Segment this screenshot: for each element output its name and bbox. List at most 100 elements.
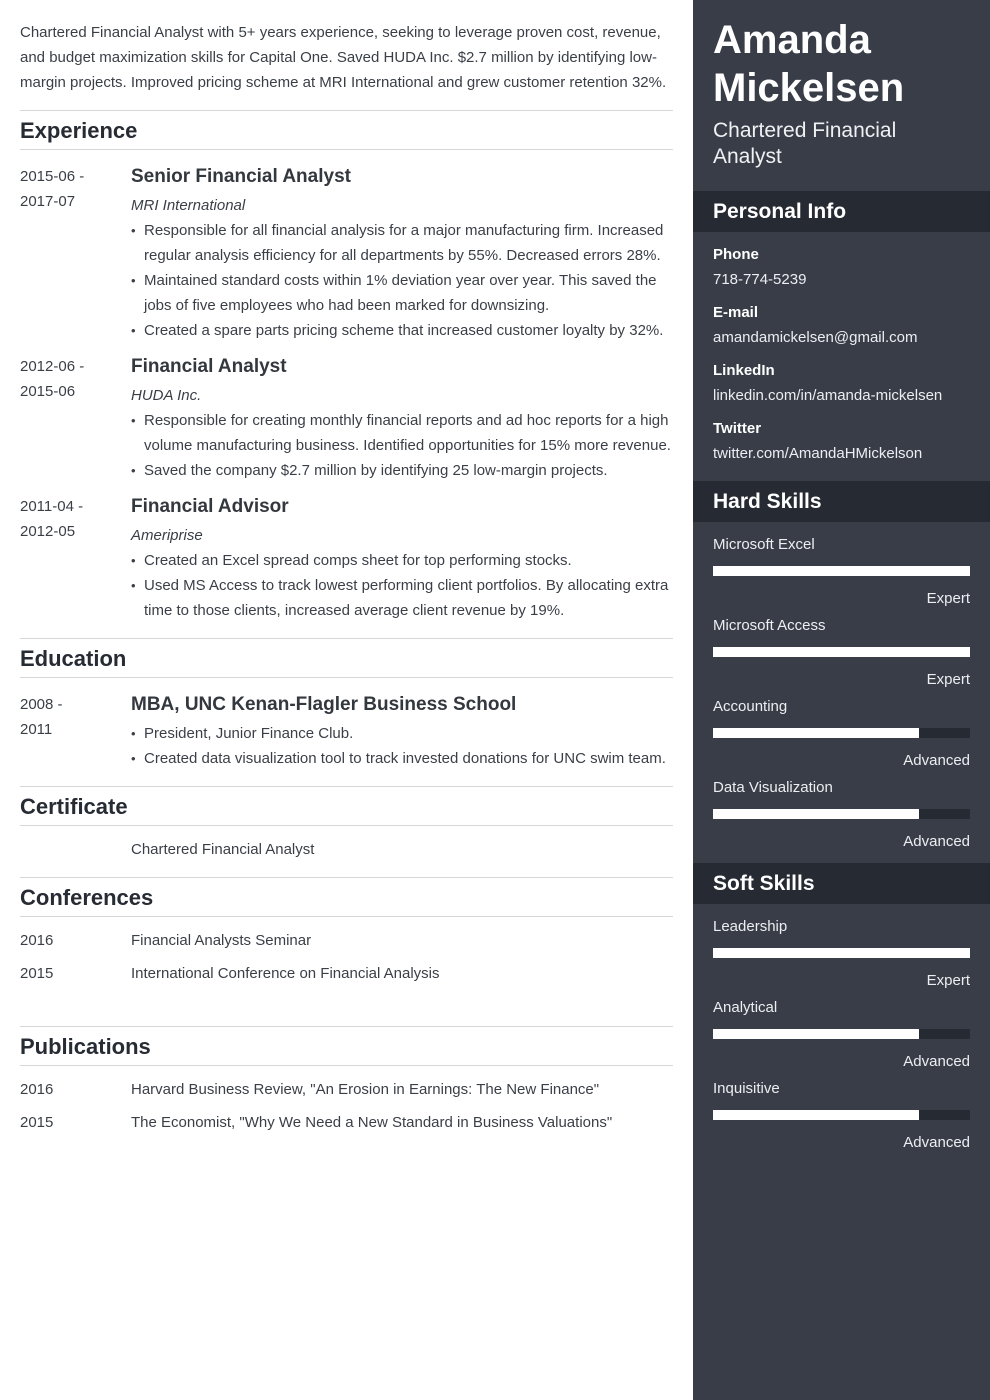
bullet: Created a spare parts pricing scheme tha… (131, 318, 676, 343)
skill-name: Leadership (713, 918, 788, 935)
job-title: Senior Financial Analyst (131, 166, 351, 187)
skill-level: Expert (926, 671, 970, 688)
info-label: Twitter (713, 420, 762, 437)
section-title: Publications (20, 1034, 151, 1059)
section-title: Experience (20, 118, 138, 143)
skill-meter (713, 728, 970, 738)
section-title: Personal Info (713, 200, 847, 223)
first-name: Amanda (713, 18, 871, 62)
skill-meter (713, 809, 970, 819)
skill-item: Inquisitive Advanced (713, 1079, 970, 1151)
skill-level: Advanced (903, 752, 970, 769)
bullet-list: Responsible for creating monthly financi… (131, 408, 676, 483)
date-start: 2012-06 - (20, 358, 85, 375)
certificate-section-header: Certificate (20, 786, 673, 826)
skill-meter-fill (713, 1110, 919, 1120)
email-link[interactable]: amandamickelsen@gmail.com (713, 325, 970, 350)
publication-year: 2015 (20, 1114, 54, 1131)
bullet: Created an Excel spread comps sheet for … (131, 548, 676, 573)
bullet: Responsible for all financial analysis f… (131, 218, 676, 268)
bullet-list: Responsible for all financial analysis f… (131, 218, 676, 343)
company: MRI International (131, 197, 246, 214)
skill-meter-fill (713, 1029, 919, 1039)
bullet-list: Created an Excel spread comps sheet for … (131, 548, 676, 623)
degree: MBA, UNC Kenan-Flagler Business School (131, 694, 517, 715)
certificate-name: Chartered Financial Analyst (131, 841, 315, 858)
entry-dates: 2015-06 - 2017-07 (20, 164, 120, 214)
job-title: Financial Advisor (131, 496, 289, 517)
hard-skills-header: Hard Skills (693, 481, 990, 522)
phone-value[interactable]: 718-774-5239 (713, 267, 970, 292)
entry-dates: 2012-06 - 2015-06 (20, 354, 120, 404)
publication-title: Harvard Business Review, "An Erosion in … (131, 1081, 600, 1098)
skill-meter (713, 566, 970, 576)
section-title: Hard Skills (713, 490, 822, 513)
bullet: Created data visualization tool to track… (131, 746, 676, 771)
skill-level: Expert (926, 590, 970, 607)
entry-body: Senior Financial Analyst MRI Internation… (131, 164, 676, 343)
bullet: Saved the company $2.7 million by identi… (131, 458, 676, 483)
skill-meter-fill (713, 566, 970, 576)
skill-meter (713, 1110, 970, 1120)
date-end: 2017-07 (20, 193, 76, 210)
conference-title: International Conference on Financial An… (131, 965, 440, 982)
skill-level: Advanced (903, 1134, 970, 1151)
section-title: Education (20, 646, 127, 671)
skill-name: Microsoft Excel (713, 536, 815, 553)
info-phone: Phone 718-774-5239 (713, 242, 970, 292)
skill-meter-fill (713, 728, 919, 738)
skill-item: Leadership Expert (713, 917, 970, 989)
skill-level: Advanced (903, 1053, 970, 1070)
entry-body: Financial Advisor Ameriprise Created an … (131, 494, 676, 623)
publication-title: The Economist, "Why We Need a New Standa… (131, 1114, 613, 1131)
skill-level: Advanced (903, 833, 970, 850)
section-title: Certificate (20, 794, 128, 819)
section-title: Conferences (20, 885, 154, 910)
company: HUDA Inc. (131, 387, 202, 404)
skill-meter (713, 647, 970, 657)
date-end: 2012-05 (20, 523, 76, 540)
education-section-header: Education (20, 638, 673, 678)
info-label: E-mail (713, 304, 759, 321)
skill-item: Accounting Advanced (713, 697, 970, 769)
info-label: LinkedIn (713, 362, 775, 379)
company: Ameriprise (131, 527, 203, 544)
date-end: 2011 (20, 721, 53, 738)
date-start: 2008 - (20, 696, 63, 713)
info-label: Phone (713, 246, 759, 263)
section-title: Soft Skills (713, 872, 815, 895)
entry-dates: 2008 - 2011 (20, 692, 120, 742)
skill-meter (713, 1029, 970, 1039)
conference-year: 2016 (20, 932, 54, 949)
skill-item: Microsoft Access Expert (713, 616, 970, 688)
experience-section-header: Experience (20, 110, 673, 150)
twitter-link[interactable]: twitter.com/AmandaHMickelson (713, 441, 970, 466)
sidebar: Amanda Mickelsen Chartered Financial Ana… (693, 0, 990, 1400)
date-end: 2015-06 (20, 383, 76, 400)
bullet: Responsible for creating monthly financi… (131, 408, 676, 458)
bullet: Maintained standard costs within 1% devi… (131, 268, 676, 318)
last-name: Mickelsen (713, 66, 905, 110)
skill-name: Data Visualization (713, 779, 833, 796)
summary: Chartered Financial Analyst with 5+ year… (20, 24, 667, 91)
info-linkedin: LinkedIn linkedin.com/in/amanda-mickelse… (713, 358, 970, 408)
personal-info-header: Personal Info (693, 191, 990, 232)
candidate-title: Chartered Financial Analyst (713, 119, 897, 168)
conference-year: 2015 (20, 965, 54, 982)
conference-title: Financial Analysts Seminar (131, 932, 312, 949)
linkedin-link[interactable]: linkedin.com/in/amanda-mickelsen (713, 383, 970, 408)
skill-meter-fill (713, 809, 919, 819)
skill-name: Microsoft Access (713, 617, 826, 634)
entry-dates: 2011-04 - 2012-05 (20, 494, 120, 544)
skill-level: Expert (926, 972, 970, 989)
publication-year: 2016 (20, 1081, 54, 1098)
date-start: 2011-04 - (20, 498, 84, 515)
publications-section-header: Publications (20, 1026, 673, 1066)
candidate-name: Amanda Mickelsen (713, 16, 904, 112)
bullet: President, Junior Finance Club. (131, 721, 676, 746)
entry-body: MBA, UNC Kenan-Flagler Business School P… (131, 692, 676, 771)
date-start: 2015-06 - (20, 168, 85, 185)
info-email: E-mail amandamickelsen@gmail.com (713, 300, 970, 350)
skill-name: Analytical (713, 999, 778, 1016)
conferences-section-header: Conferences (20, 877, 673, 917)
